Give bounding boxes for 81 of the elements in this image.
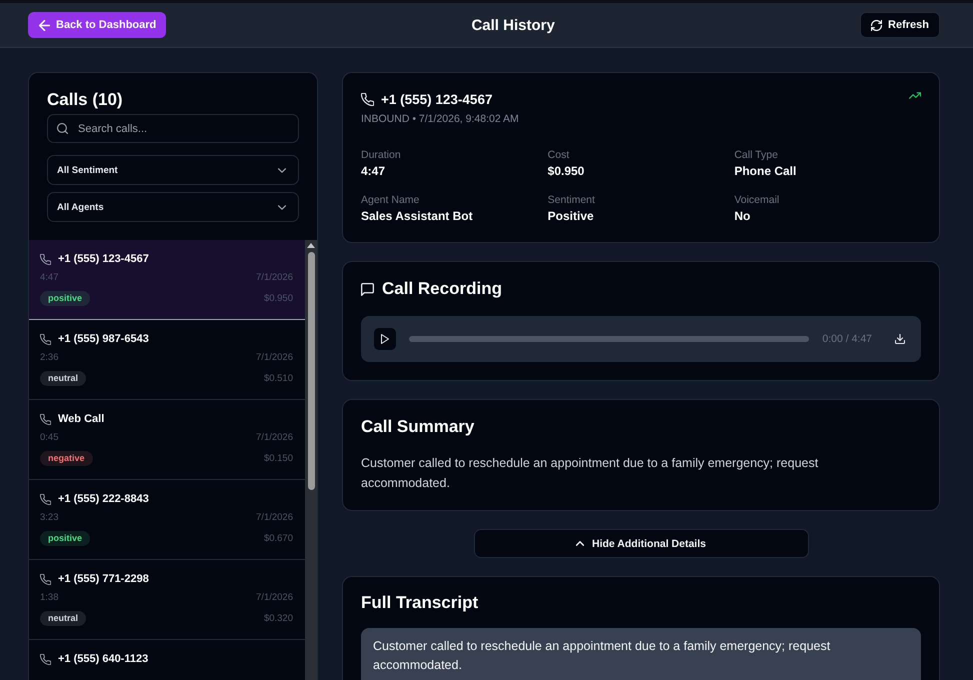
call-date: 7/1/2026	[256, 432, 293, 444]
call-cost: $0.670	[264, 533, 293, 544]
call-cost: $0.320	[264, 613, 293, 624]
playback-time: 0:00 / 4:47	[822, 333, 872, 345]
refresh-icon	[871, 20, 882, 30]
chevron-down-icon	[278, 168, 286, 172]
trending-up-icon	[909, 92, 921, 99]
call-list-item[interactable]: +1 (555) 987-6543 2:36 7/1/2026 neutral $0.510	[29, 320, 305, 400]
phone-icon	[40, 414, 51, 424]
back-button[interactable]: Back to Dashboard	[28, 12, 166, 38]
call-duration: 0:45	[40, 432, 58, 444]
panel-title: Calls (10)	[47, 90, 124, 110]
field-label: Voicemail	[734, 194, 780, 206]
play-button[interactable]	[374, 328, 396, 350]
call-date: 7/1/2026	[256, 512, 293, 524]
call-duration: 3:23	[40, 512, 58, 524]
call-cost: $0.950	[264, 293, 293, 304]
caller-number: +1 (555) 987-6543	[58, 333, 149, 345]
scrollbar-thumb[interactable]	[308, 252, 314, 490]
sentiment-tag: neutral	[40, 371, 86, 386]
call-list-item[interactable]: +1 (555) 771-2298 1:38 7/1/2026 neutral $0.320	[29, 560, 305, 640]
sentiment-tag: positive	[40, 531, 90, 546]
play-icon	[381, 334, 389, 344]
call-direction-timestamp: INBOUND • 7/1/2026, 9:48:02 AM	[361, 113, 519, 125]
call-date: 7/1/2026	[256, 272, 293, 284]
refresh-button[interactable]: Refresh	[860, 12, 940, 38]
field-label: Sentiment	[548, 194, 596, 206]
field-label: Agent Name	[361, 194, 420, 206]
card-title: Full Transcript	[361, 593, 480, 613]
summary-text: Customer called to reschedule an appointment due to a family emergency; request accommodated.	[361, 455, 820, 492]
field-value: Positive	[548, 209, 595, 223]
filter-dropdown[interactable]: All Sentiment	[47, 155, 299, 185]
call-duration: 4:47	[40, 272, 58, 284]
search-field[interactable]: Search calls...	[47, 114, 299, 143]
card-title: Call Recording	[382, 279, 502, 299]
call-date: 7/1/2026	[256, 592, 293, 604]
sentiment-tag: neutral	[40, 611, 86, 626]
field-value: Phone Call	[734, 164, 798, 178]
download-icon[interactable]	[895, 334, 905, 344]
phone-icon	[40, 254, 51, 264]
progress-track[interactable]	[409, 336, 810, 342]
caller-number: +1 (555) 771-2298	[58, 573, 149, 585]
call-duration: 1:38	[40, 592, 58, 604]
phone-icon	[40, 494, 51, 504]
phone-icon	[361, 93, 374, 106]
field-value: 4:47	[361, 164, 386, 178]
call-cost: $0.510	[264, 373, 293, 384]
arrow-left-icon	[39, 20, 50, 30]
phone-icon	[40, 654, 51, 664]
field-label: Cost	[548, 149, 570, 161]
field-value: No	[734, 209, 752, 223]
scrollbar[interactable]	[305, 240, 317, 680]
caller-number: +1 (555) 222-8843	[58, 493, 149, 505]
chevron-up-icon	[576, 541, 584, 546]
call-duration: 2:36	[40, 352, 58, 364]
call-cost: $0.150	[264, 453, 293, 464]
phone-icon	[40, 334, 51, 344]
filter-dropdown[interactable]: All Agents	[47, 192, 299, 222]
field-value: Sales Assistant Bot	[361, 209, 474, 223]
caller-number: Web Call	[58, 413, 104, 425]
card-title: Call Summary	[361, 417, 476, 437]
phone-icon	[40, 574, 51, 584]
scroll-up-arrow-icon[interactable]	[307, 243, 315, 248]
caller-number: +1 (555) 640-1123	[58, 653, 148, 665]
call-date: 7/1/2026	[256, 352, 293, 364]
sentiment-tag: positive	[40, 291, 90, 306]
field-label: Call Type	[734, 149, 779, 161]
field-value: $0.950	[548, 164, 586, 178]
message-icon	[361, 282, 374, 296]
page-title: Call History	[471, 16, 555, 34]
sentiment-tag: negative	[40, 451, 93, 466]
call-list-item[interactable]: +1 (555) 123-4567 4:47 7/1/2026 positive $0.950	[29, 240, 305, 320]
call-phone-number: +1 (555) 123-4567	[381, 92, 492, 107]
call-list-item[interactable]: +1 (555) 222-8843 3:23 7/1/2026 positive $0.670	[29, 480, 305, 560]
call-list-item[interactable]: Web Call 0:45 7/1/2026 negative $0.150	[29, 400, 305, 480]
field-label: Duration	[361, 149, 402, 161]
transcript-text: Customer called to reschedule an appointment due to a family emergency; request accommodated.	[373, 638, 832, 674]
search-icon	[57, 123, 68, 134]
chevron-down-icon	[278, 204, 286, 210]
toggle-details-button[interactable]: Hide Additional Details	[474, 529, 808, 558]
caller-number: +1 (555) 123-4567	[58, 253, 149, 265]
